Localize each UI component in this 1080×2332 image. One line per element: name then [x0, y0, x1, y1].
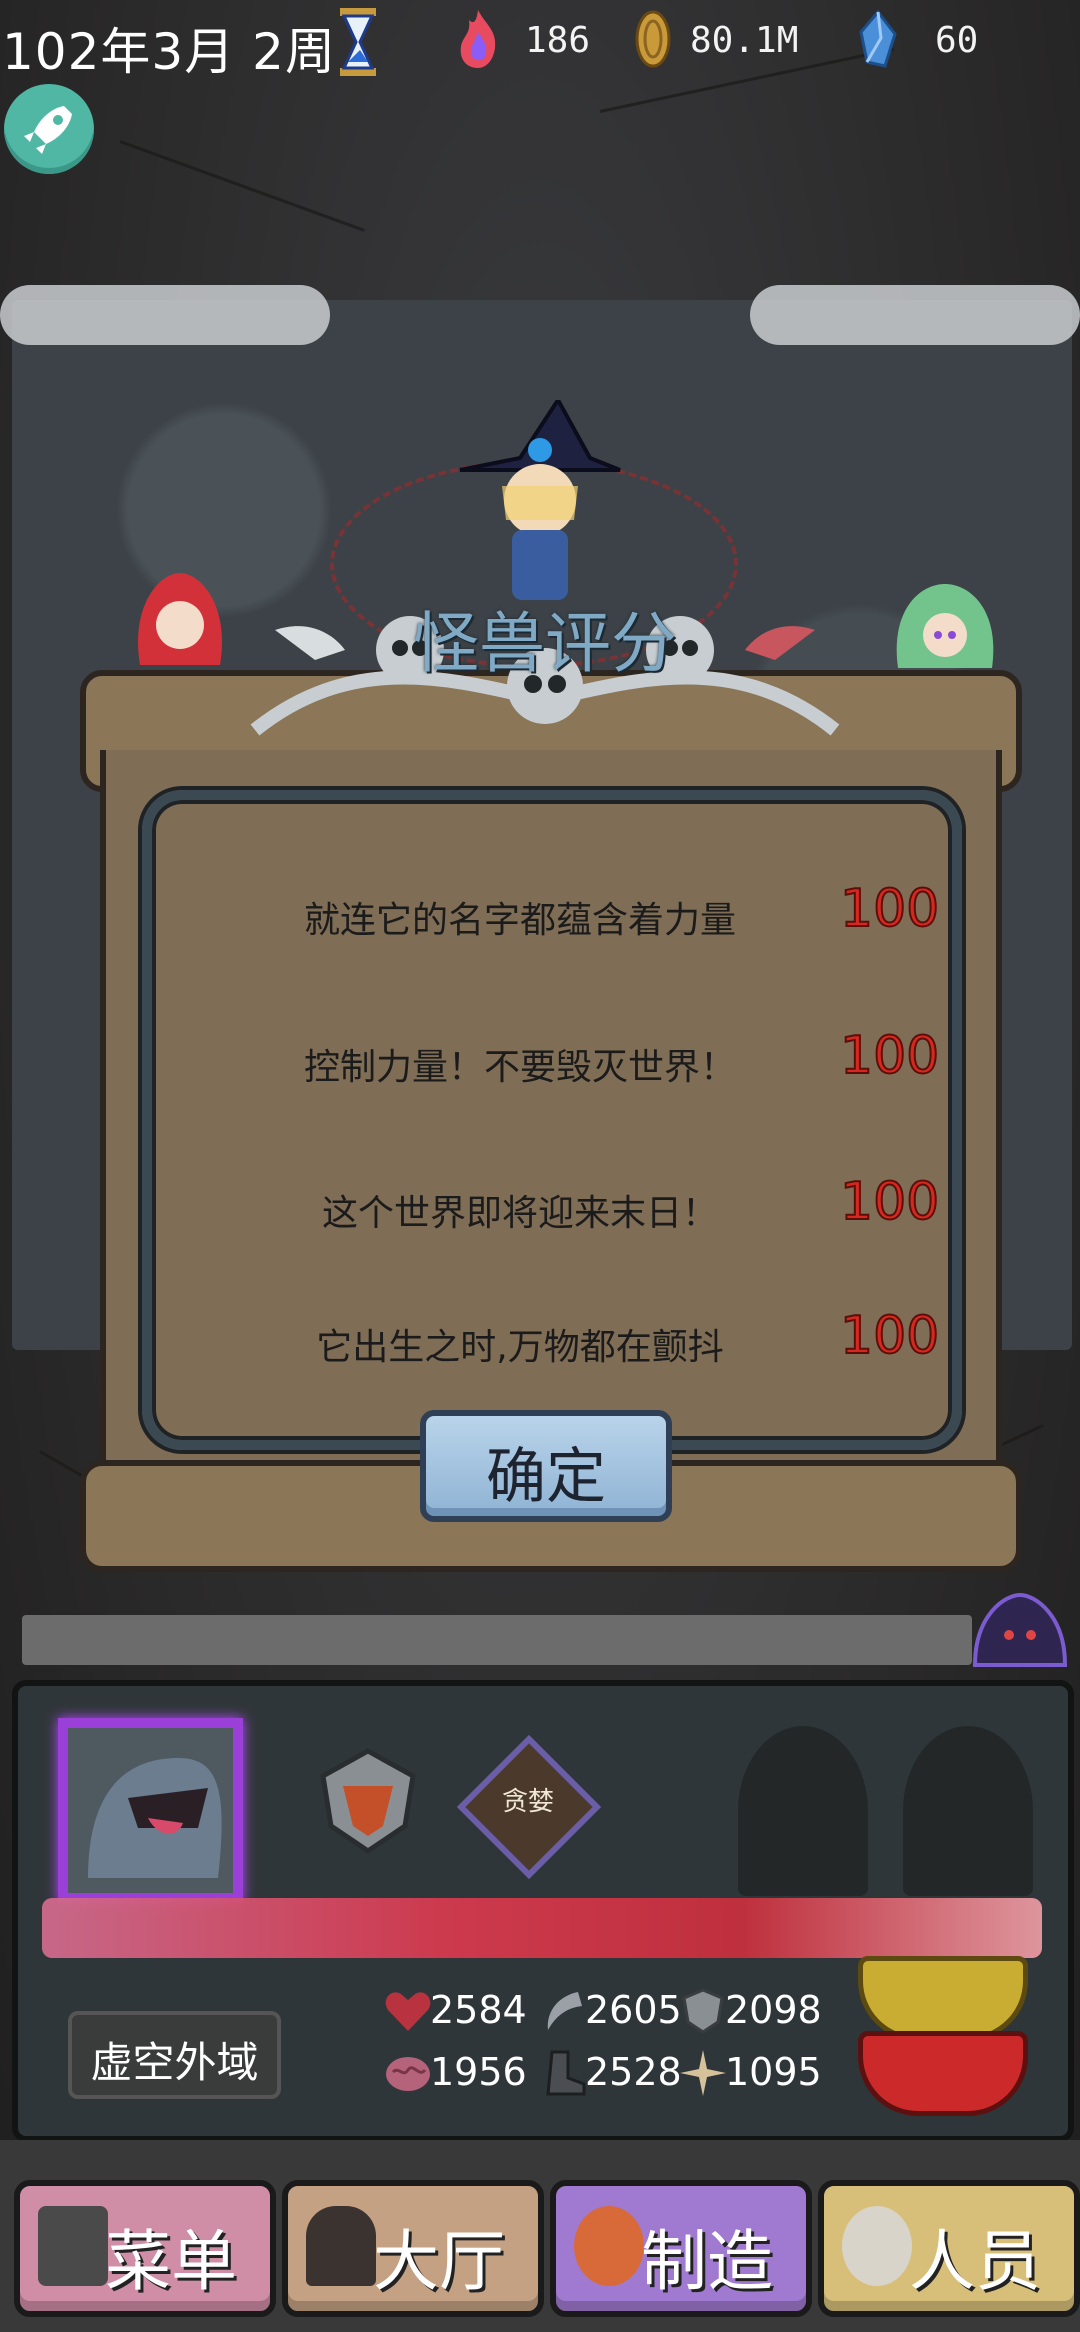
nav-hall-label: 大厅 [373, 2223, 505, 2300]
locked-slot[interactable] [903, 1726, 1033, 1896]
rating-text: 控制力量！不要毁灭世界！ [303, 1047, 736, 1088]
cauldron-icon [574, 2206, 644, 2286]
monster-rating-dialog: 怪兽评分 就连它的名字都蕴含着力量 100 控制力量！不要毁灭世界！ 100 这… [80, 590, 1022, 1590]
bottom-nav: 菜单 大厅 制造 人员 [0, 2140, 1080, 2332]
witch-character [459, 400, 621, 600]
gold-rank-chevron[interactable] [858, 1956, 1028, 2041]
gem-count: 60 [935, 20, 979, 61]
nav-staff-label: 人员 [909, 2223, 1041, 2300]
confirm-label: 确定 [486, 1442, 606, 1512]
rating-row: 就连它的名字都蕴含着力量 100 [230, 875, 990, 955]
bone-ornament-left [0, 285, 330, 345]
boot-icon [546, 2050, 586, 2096]
hourglass-icon[interactable] [338, 6, 378, 78]
shield-icon [682, 1988, 724, 2034]
trait-label: 贪婪 [501, 1787, 554, 1817]
rating-score: 100 [839, 1171, 940, 1233]
fire-icon [460, 10, 496, 68]
person-icon [842, 2206, 912, 2286]
nav-staff-button[interactable]: 人员 [818, 2180, 1080, 2317]
brain-icon [386, 2057, 430, 2091]
stat-hp: 2584 [430, 1988, 527, 2032]
gold-coin-icon [635, 10, 671, 68]
stat-defense: 2098 [725, 1988, 822, 2032]
rating-score: 100 [839, 878, 940, 940]
stat-speed: 2528 [585, 2050, 682, 2094]
dialog-title: 怪兽评分 [413, 605, 677, 682]
locked-slot[interactable] [738, 1726, 868, 1896]
stat-luck: 1095 [725, 2050, 822, 2094]
rocket-button[interactable] [4, 84, 94, 174]
book-icon [38, 2206, 108, 2286]
door-icon [306, 2206, 376, 2286]
confirm-button[interactable]: 确定 [420, 1410, 672, 1522]
rating-row: 它出生之时,万物都在颤抖 100 [230, 1302, 990, 1382]
progress-strip [22, 1615, 972, 1665]
demon-rank-icon[interactable] [313, 1746, 423, 1856]
status-bar: 102年3月 2周 186 80.1M 60 [0, 0, 1080, 90]
rating-text: 就连它的名字都蕴含着力量 [303, 900, 736, 941]
monster-avatar [88, 1758, 222, 1878]
bone-ornament-right [750, 285, 1080, 345]
rating-row: 这个世界即将迎来末日！ 100 [230, 1168, 990, 1248]
domain-button[interactable]: 虚空外域 [68, 2011, 281, 2099]
nav-hall-button[interactable]: 大厅 [282, 2180, 544, 2317]
rating-score: 100 [839, 1305, 940, 1367]
stat-intellect: 1956 [430, 2050, 527, 2094]
rocket-icon [24, 106, 72, 154]
gold-count: 80.1M [690, 20, 799, 61]
monster-panel: 贪婪 虚空外域 2584 2605 2098 1956 2528 1095 [12, 1680, 1074, 2142]
sparkle-icon [680, 2050, 726, 2096]
game-date: 102年3月 2周 [2, 23, 336, 81]
rating-row: 控制力量！不要毁灭世界！ 100 [230, 1022, 990, 1102]
monster-portrait[interactable] [58, 1718, 243, 1903]
claw-icon [547, 1992, 582, 2030]
heart-icon [385, 1992, 431, 2031]
blue-gem-icon [859, 9, 897, 68]
nav-craft-label: 制造 [641, 2223, 773, 2300]
nav-craft-button[interactable]: 制造 [550, 2180, 812, 2317]
rating-score: 100 [839, 1025, 940, 1087]
red-rank-chevron[interactable] [858, 2031, 1028, 2116]
nav-menu-label: 菜单 [105, 2223, 237, 2300]
rating-text: 它出生之时,万物都在颤抖 [316, 1327, 724, 1368]
demon-bat-icon[interactable] [965, 1585, 1075, 1675]
domain-label: 虚空外域 [90, 2038, 259, 2087]
rating-text: 这个世界即将迎来末日！ [321, 1193, 718, 1234]
monster-health-bar [42, 1898, 1042, 1958]
stat-attack: 2605 [585, 1988, 682, 2032]
nav-menu-button[interactable]: 菜单 [14, 2180, 276, 2317]
fire-count: 186 [525, 20, 591, 61]
